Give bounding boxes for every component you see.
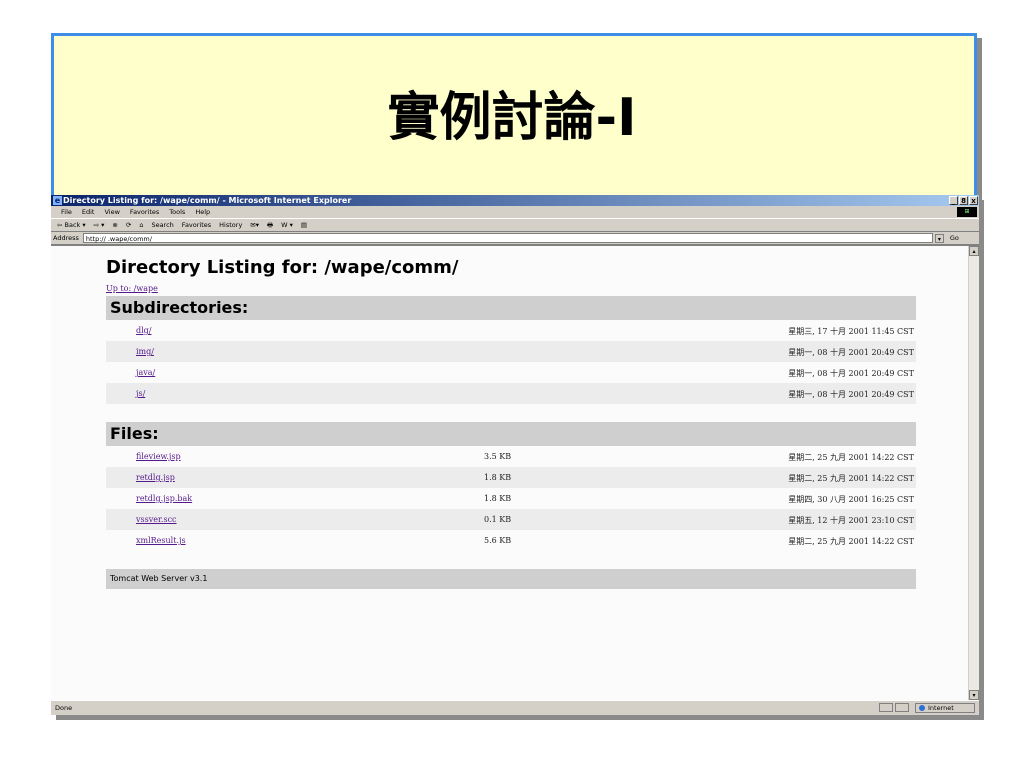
back-button[interactable]: ⇦ Back ▾ — [57, 219, 86, 231]
table-row: retdlg.jsp 1.8 KB 星期二, 25 九月 2001 14:22 … — [106, 467, 916, 488]
page-heading: Directory Listing for: /wape/comm/ — [106, 257, 459, 278]
table-row: java/ 星期一, 08 十月 2001 20:49 CST — [106, 362, 916, 383]
file-link[interactable]: fileview.jsp — [136, 452, 181, 461]
file-link[interactable]: retdlg.jsp — [136, 473, 175, 482]
subdir-link[interactable]: java/ — [136, 368, 155, 377]
menu-file[interactable]: File — [61, 206, 72, 218]
forward-button[interactable]: ⇨ ▾ — [94, 219, 105, 231]
close-button[interactable]: x — [969, 196, 978, 205]
search-button[interactable]: Search — [151, 219, 173, 231]
menu-view[interactable]: View — [104, 206, 119, 218]
discuss-button[interactable]: ▤ — [301, 219, 307, 231]
ie-window: e Directory Listing for: /wape/comm/ - M… — [51, 195, 979, 715]
status-panels — [879, 703, 909, 712]
print-button[interactable]: 🖶 — [267, 219, 273, 231]
modified-date: 星期一, 08 十月 2001 20:49 CST — [788, 390, 914, 399]
file-size: 3.5 KB — [484, 452, 512, 461]
refresh-button[interactable]: ⟳ — [126, 219, 131, 231]
windows-logo-icon: ⊞ — [957, 207, 977, 217]
scroll-up-icon[interactable]: ▴ — [969, 246, 979, 256]
status-panel — [895, 703, 909, 712]
window-titlebar: e Directory Listing for: /wape/comm/ - M… — [51, 195, 979, 206]
address-input[interactable]: http:// .wape/comm/ — [82, 233, 933, 243]
file-link[interactable]: vssver.scc — [136, 515, 177, 524]
file-size: 1.8 KB — [484, 473, 512, 482]
table-row: dlg/ 星期三, 17 十月 2001 11:45 CST — [106, 320, 916, 341]
directory-listing-page: Directory Listing for: /wape/comm/ Up to… — [106, 256, 916, 589]
up-link[interactable]: Up to: /wape — [106, 284, 916, 296]
table-row: js/ 星期一, 08 十月 2001 20:49 CST — [106, 383, 916, 404]
security-zone: Internet — [915, 703, 975, 713]
modified-date: 星期二, 25 九月 2001 14:22 CST — [788, 537, 914, 546]
menu-favorites[interactable]: Favorites — [130, 206, 159, 218]
address-dropdown-icon[interactable]: ▾ — [934, 233, 944, 243]
go-button[interactable]: Go — [950, 232, 959, 244]
table-row: vssver.scc 0.1 KB 星期五, 12 十月 2001 23:10 … — [106, 509, 916, 530]
files-header: Files: — [106, 422, 916, 446]
file-link[interactable]: retdlg.jsp.bak — [136, 494, 192, 503]
address-label: Address — [53, 234, 79, 242]
menu-help[interactable]: Help — [195, 206, 210, 218]
modified-date: 星期一, 08 十月 2001 20:49 CST — [788, 348, 914, 357]
subdir-link[interactable]: js/ — [136, 389, 145, 398]
ie-logo-icon: e — [53, 196, 62, 205]
modified-date: 星期二, 25 九月 2001 14:22 CST — [788, 453, 914, 462]
zone-label: Internet — [928, 704, 954, 712]
status-bar: Done Internet — [51, 700, 979, 715]
mail-button[interactable]: ✉▾ — [250, 219, 259, 231]
history-button[interactable]: History — [219, 219, 242, 231]
modified-date: 星期五, 12 十月 2001 23:10 CST — [788, 516, 914, 525]
table-row: img/ 星期一, 08 十月 2001 20:49 CST — [106, 341, 916, 362]
file-size: 1.8 KB — [484, 494, 512, 503]
status-text: Done — [55, 704, 73, 712]
edit-word-button[interactable]: W ▾ — [281, 219, 293, 231]
subdir-link[interactable]: img/ — [136, 347, 154, 356]
file-size: 5.6 KB — [484, 536, 512, 545]
modified-date: 星期三, 17 十月 2001 11:45 CST — [788, 327, 914, 336]
table-row: fileview.jsp 3.5 KB 星期二, 25 九月 2001 14:2… — [106, 446, 916, 467]
slide-title: 實例討論-I — [387, 88, 637, 148]
menu-bar: File Edit View Favorites Tools Help ⊞ — [51, 206, 979, 219]
subdir-link[interactable]: dlg/ — [136, 326, 152, 335]
table-row: xmlResult.js 5.6 KB 星期二, 25 九月 2001 14:2… — [106, 530, 916, 551]
stop-button[interactable]: ⊗ — [112, 219, 117, 231]
modified-date: 星期一, 08 十月 2001 20:49 CST — [788, 369, 914, 378]
file-link[interactable]: xmlResult.js — [136, 536, 186, 545]
server-footer: Tomcat Web Server v3.1 — [106, 569, 916, 589]
modified-date: 星期四, 30 八月 2001 16:25 CST — [788, 495, 914, 504]
subdirectories-header: Subdirectories: — [106, 296, 916, 320]
page-viewport: Directory Listing for: /wape/comm/ Up to… — [51, 245, 979, 700]
file-size: 0.1 KB — [484, 515, 512, 524]
home-button[interactable]: ⌂ — [139, 219, 143, 231]
menu-tools[interactable]: Tools — [169, 206, 185, 218]
file-list: fileview.jsp 3.5 KB 星期二, 25 九月 2001 14:2… — [106, 446, 916, 551]
address-bar: Address http:// .wape/comm/ ▾ Go — [51, 232, 979, 245]
modified-date: 星期二, 25 九月 2001 14:22 CST — [788, 474, 914, 483]
minimize-button[interactable]: _ — [949, 196, 958, 205]
toolbar: ⇦ Back ▾ ⇨ ▾ ⊗ ⟳ ⌂ Search Favorites Hist… — [51, 219, 979, 232]
table-row: retdlg.jsp.bak 1.8 KB 星期四, 30 八月 2001 16… — [106, 488, 916, 509]
status-panel — [879, 703, 893, 712]
globe-icon — [919, 705, 925, 711]
scroll-down-icon[interactable]: ▾ — [969, 690, 979, 700]
menu-edit[interactable]: Edit — [82, 206, 95, 218]
maximize-button[interactable]: 8 — [959, 196, 968, 205]
window-title: Directory Listing for: /wape/comm/ - Mic… — [63, 196, 352, 205]
vertical-scrollbar[interactable]: ▴ ▾ — [968, 246, 979, 700]
window-controls: _ 8 x — [949, 196, 978, 205]
subdirectory-list: dlg/ 星期三, 17 十月 2001 11:45 CST img/ 星期一,… — [106, 320, 916, 404]
favorites-button[interactable]: Favorites — [182, 219, 211, 231]
